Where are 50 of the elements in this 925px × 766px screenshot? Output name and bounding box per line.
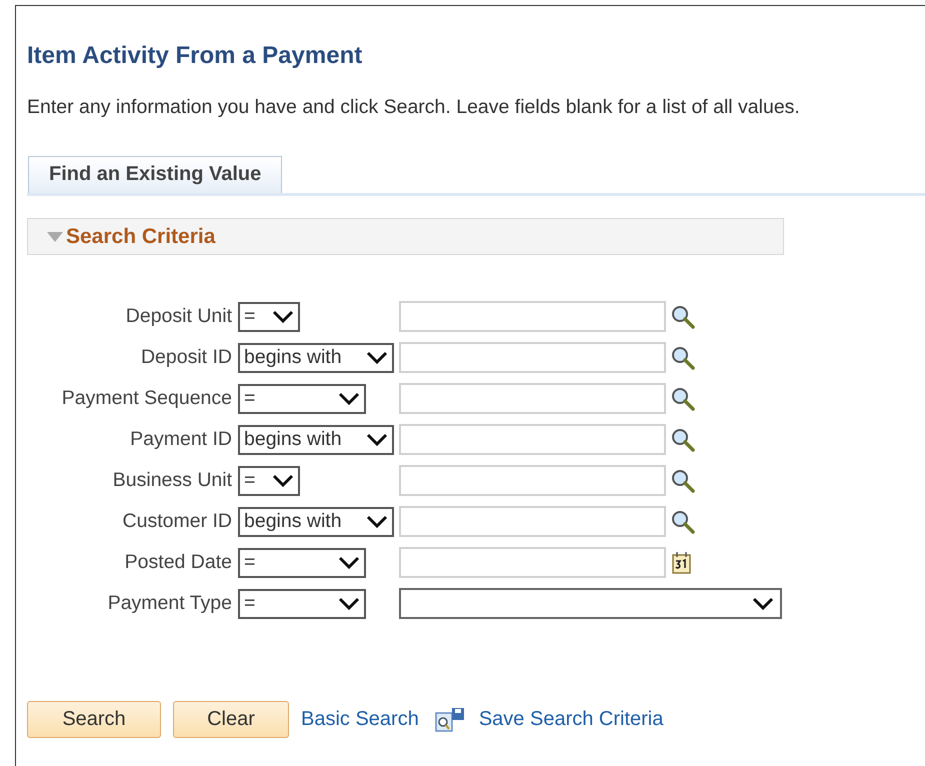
field-label: Posted Date (124, 551, 232, 574)
field-label: Deposit ID (140, 346, 232, 369)
chevron-icon (366, 432, 388, 446)
input-field[interactable] (399, 342, 666, 373)
field-label: Payment ID (129, 428, 232, 451)
search-icon[interactable] (671, 304, 695, 328)
input-field[interactable] (399, 506, 666, 537)
basic-search-link[interactable]: Basic Search (301, 708, 419, 731)
date-field[interactable] (399, 547, 666, 578)
chevron-icon (338, 556, 360, 570)
search-icon[interactable] (671, 468, 695, 492)
chevron-icon (752, 596, 774, 610)
chevron-icon (338, 392, 360, 406)
search-icon[interactable] (671, 386, 695, 410)
tab[interactable]: Find an Existing Value (28, 156, 282, 193)
search-icon[interactable] (671, 428, 695, 452)
input-field[interactable] (399, 465, 666, 496)
operator-dropdown[interactable]: = (238, 384, 366, 414)
search-button[interactable]: Search (27, 701, 161, 738)
operator-dropdown[interactable]: = (238, 302, 300, 332)
operator-dropdown[interactable]: = (238, 548, 366, 578)
search-icon[interactable] (671, 346, 695, 370)
section-title: Search Criteria (66, 224, 216, 248)
operator-dropdown[interactable]: = (238, 466, 300, 496)
input-field[interactable] (399, 383, 666, 414)
section-header[interactable]: Search Criteria (27, 218, 784, 255)
instructions: Enter any information you have and click Search. Leave fields blank for a list of all values. (27, 96, 801, 119)
field-label: Payment Type (106, 592, 232, 615)
save-link[interactable]: Save Search Criteria (478, 708, 664, 731)
save-icon[interactable] (434, 706, 465, 732)
chevron-icon (338, 596, 360, 610)
clear-button[interactable]: Clear (173, 701, 289, 738)
field-label: Payment Sequence (60, 387, 232, 410)
chevron-icon (272, 474, 294, 488)
field-label: Deposit Unit (124, 305, 232, 328)
operator-dropdown[interactable]: begins with (238, 342, 394, 372)
calendar-icon[interactable] (671, 550, 693, 574)
search-icon[interactable] (671, 510, 695, 534)
chevron-icon (366, 350, 388, 364)
field-label: Business Unit (112, 469, 232, 492)
chevron-icon (366, 514, 388, 528)
page-title: Item Activity From a Payment (27, 42, 364, 70)
field-label: Customer ID (122, 510, 232, 533)
operator-dropdown[interactable]: begins with (238, 424, 394, 454)
operator-dropdown[interactable]: begins with (238, 506, 394, 536)
chevron-icon (272, 310, 294, 324)
input-field[interactable] (399, 301, 666, 332)
input-field[interactable] (399, 424, 666, 455)
operator-dropdown[interactable]: = (238, 588, 366, 618)
dropdown[interactable] (399, 588, 782, 619)
